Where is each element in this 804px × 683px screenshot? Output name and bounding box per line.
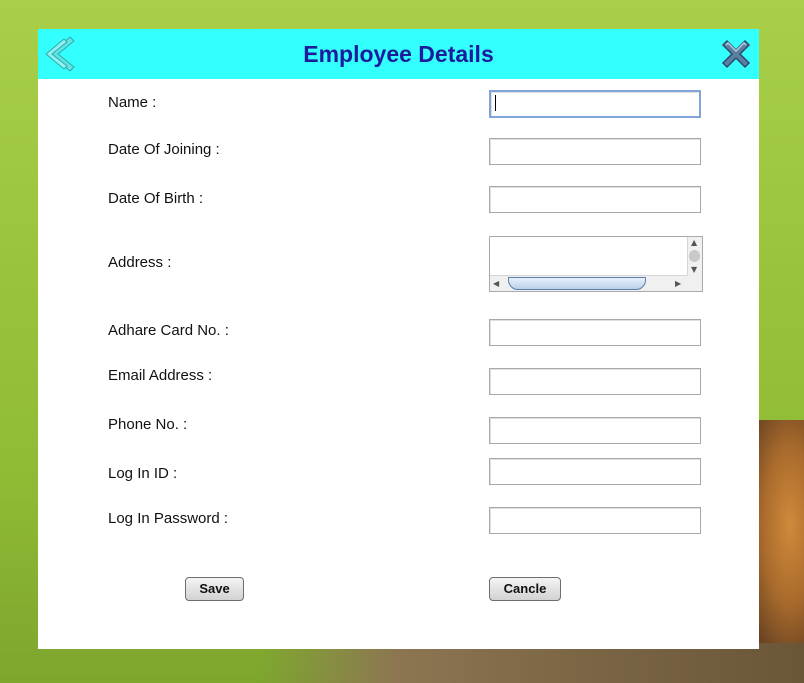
name-label: Name : bbox=[108, 94, 157, 111]
login-password-label: Log In Password : bbox=[108, 510, 229, 527]
date-of-birth-input[interactable] bbox=[489, 186, 701, 213]
email-address-input[interactable] bbox=[489, 368, 701, 395]
close-x-icon bbox=[721, 39, 751, 69]
date-of-birth-label: Date Of Birth : bbox=[108, 190, 204, 207]
scroll-right-arrow-icon[interactable]: ▶ bbox=[675, 280, 681, 288]
address-horizontal-scrollbar[interactable]: ◀ ▶ bbox=[490, 275, 688, 291]
horizontal-scroll-thumb[interactable] bbox=[508, 277, 646, 290]
aadhar-card-label: Adhare Card No. : bbox=[108, 322, 229, 339]
scroll-up-arrow-icon[interactable]: ▲ bbox=[691, 239, 697, 247]
login-id-label: Log In ID : bbox=[108, 465, 178, 482]
scroll-down-arrow-icon[interactable]: ▼ bbox=[691, 266, 697, 274]
title-bar: Employee Details bbox=[38, 29, 759, 79]
phone-number-label: Phone No. : bbox=[108, 416, 188, 433]
vertical-scroll-thumb[interactable] bbox=[689, 250, 700, 262]
background-ground bbox=[260, 643, 804, 683]
login-id-input[interactable] bbox=[489, 458, 701, 485]
scroll-left-arrow-icon[interactable]: ◀ bbox=[493, 280, 499, 288]
address-label: Address : bbox=[108, 254, 172, 271]
date-of-joining-input[interactable] bbox=[489, 138, 701, 165]
scrollbar-corner bbox=[688, 276, 702, 291]
text-caret bbox=[495, 95, 496, 111]
name-input[interactable] bbox=[489, 90, 701, 118]
address-textarea[interactable]: ▲ ▼ ◀ ▶ bbox=[489, 236, 703, 292]
back-button[interactable] bbox=[42, 35, 76, 73]
date-of-joining-label: Date Of Joining : bbox=[108, 141, 220, 158]
email-address-label: Email Address : bbox=[108, 367, 213, 384]
login-password-input[interactable] bbox=[489, 507, 701, 534]
aadhar-card-input[interactable] bbox=[489, 319, 701, 346]
address-vertical-scrollbar[interactable]: ▲ ▼ bbox=[687, 237, 702, 277]
employee-details-dialog: Employee Details Name : Date Of Joining … bbox=[38, 29, 759, 649]
chevron-left-icon bbox=[45, 36, 75, 72]
phone-number-input[interactable] bbox=[489, 417, 701, 444]
dialog-title: Employee Details bbox=[303, 41, 494, 67]
close-button[interactable] bbox=[717, 35, 755, 73]
cancel-button[interactable]: Cancle bbox=[489, 577, 561, 601]
save-button[interactable]: Save bbox=[185, 577, 244, 601]
